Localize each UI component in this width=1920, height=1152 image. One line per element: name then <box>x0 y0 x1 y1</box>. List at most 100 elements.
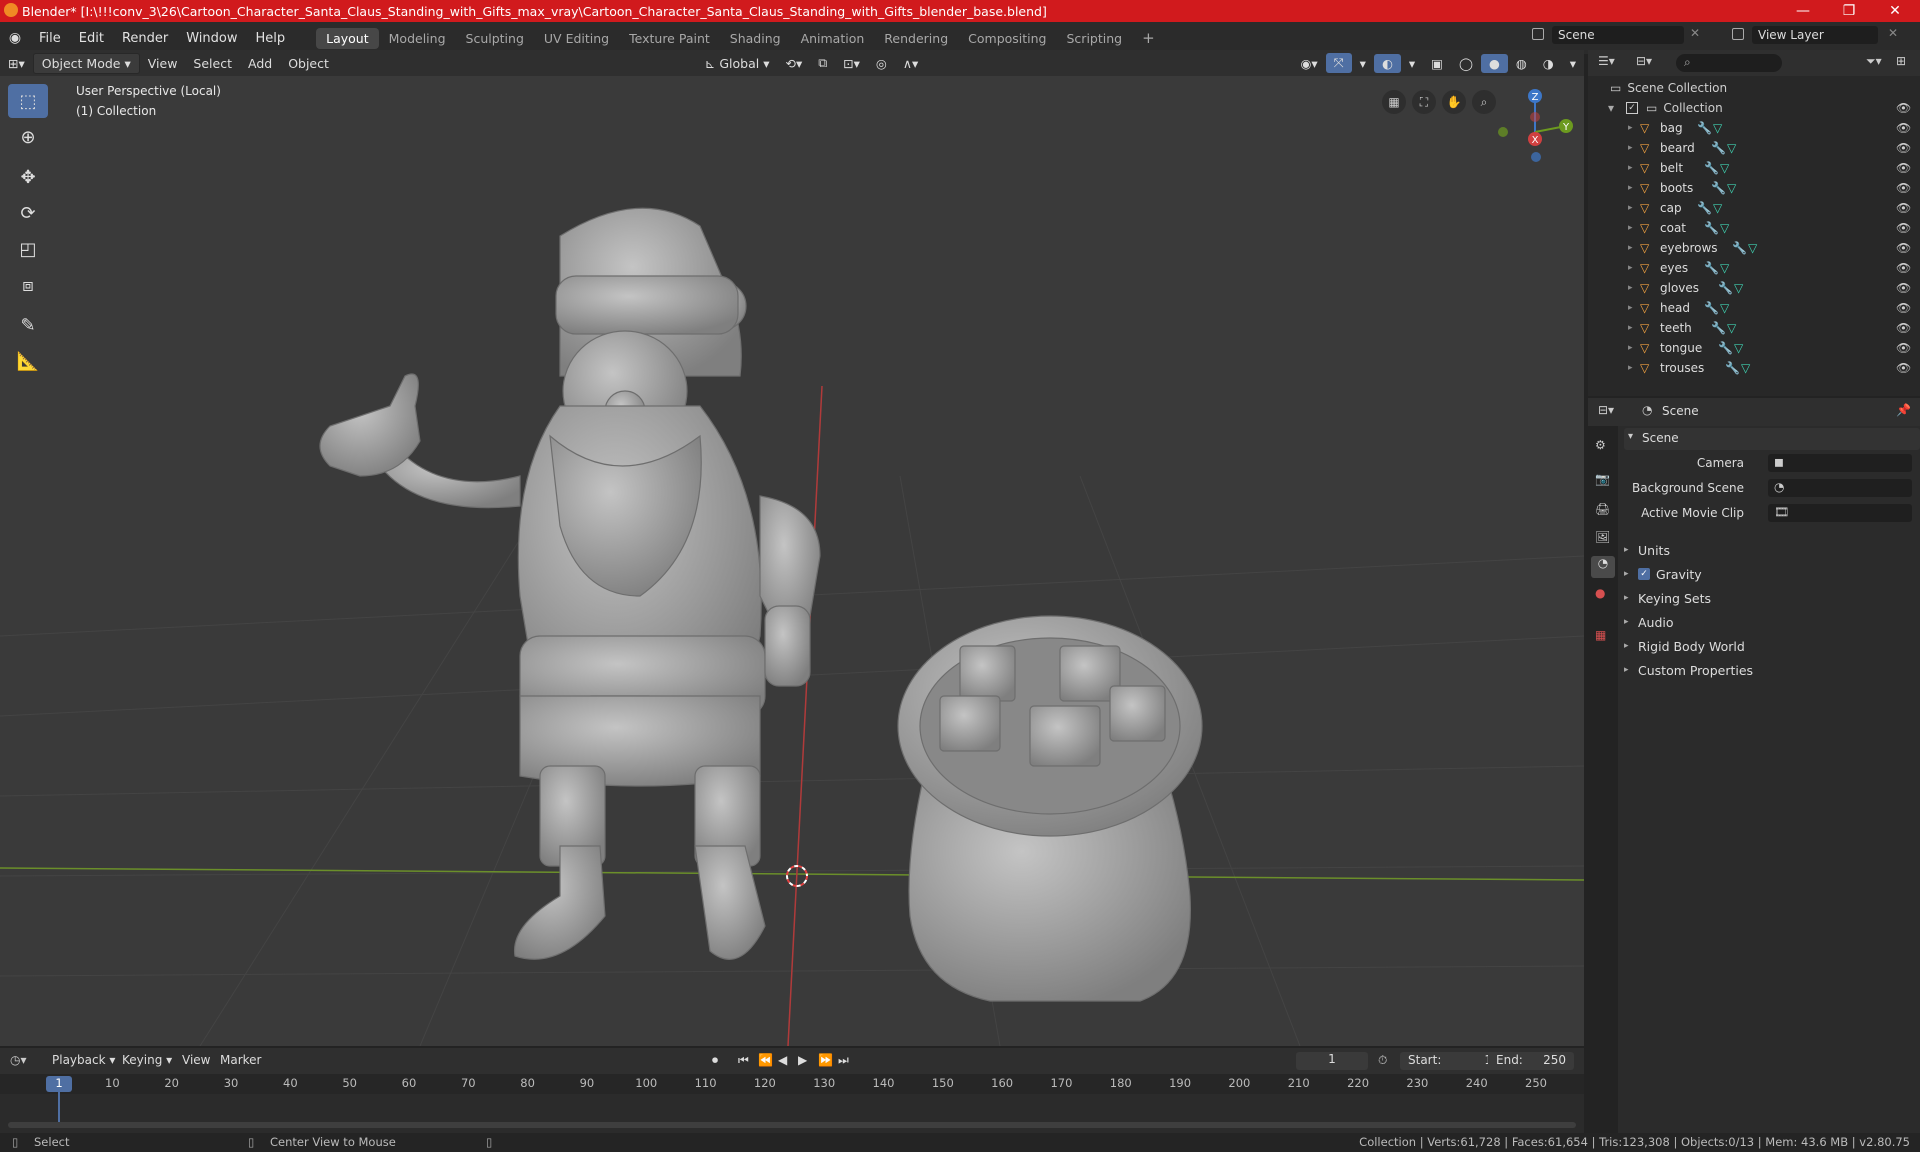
texture-tab-icon[interactable]: ▦ <box>1595 628 1606 642</box>
expand-arrow-icon[interactable]: ▸ <box>1628 243 1640 253</box>
jump-start-icon[interactable]: ⏮ <box>738 1053 749 1068</box>
tab-compositing[interactable]: Compositing <box>958 28 1056 49</box>
outliner-row-gloves[interactable]: ▸ ▽ gloves 🔧 ▽ 👁 <box>1588 278 1920 298</box>
rotate-tool-icon[interactable]: ⟳ <box>8 196 48 230</box>
menu-object[interactable]: Object <box>280 54 337 73</box>
expand-arrow-icon[interactable]: ▸ <box>1628 203 1640 213</box>
properties-editor-type-icon[interactable]: ⊟▾ <box>1598 403 1614 417</box>
outliner-row-trouses[interactable]: ▸ ▽ trouses 🔧 ▽ 👁 <box>1588 358 1920 378</box>
current-frame-field[interactable]: 1 <box>1296 1052 1368 1070</box>
toggle-camera-view-icon[interactable]: ▦ <box>1382 90 1406 114</box>
editor-type-icon[interactable]: ⊞▾ <box>0 54 33 73</box>
menu-select[interactable]: Select <box>185 54 240 73</box>
shading-dropdown-icon[interactable]: ▾ <box>1562 54 1584 73</box>
record-keyframe-icon[interactable]: ⏺ <box>712 1053 718 1068</box>
visibility-eye-icon[interactable]: 👁 <box>1896 221 1911 235</box>
outliner-row-cap[interactable]: ▸ ▽ cap 🔧 ▽ 👁 <box>1588 198 1920 218</box>
world-tab-icon[interactable]: ● <box>1595 586 1605 600</box>
visibility-eye-icon[interactable]: 👁 <box>1896 361 1911 375</box>
outliner-editor-type-icon[interactable]: ☰▾ <box>1598 54 1615 68</box>
visibility-eye-icon[interactable]: 👁 <box>1896 201 1911 215</box>
modifier-wrench-icon[interactable]: 🔧 <box>1711 181 1727 195</box>
modifier-wrench-icon[interactable]: 🔧 <box>1725 361 1741 375</box>
outliner-row-bag[interactable]: ▸ ▽ bag 🔧 ▽ 👁 <box>1588 118 1920 138</box>
expand-arrow-icon[interactable]: ▸ <box>1628 183 1640 193</box>
mesh-data-icon[interactable]: ▽ <box>1720 261 1729 275</box>
mesh-data-icon[interactable]: ▽ <box>1727 141 1736 155</box>
3d-viewport[interactable]: User Perspective (Local) (1) Collection … <box>0 76 1584 1046</box>
outliner-row-coat[interactable]: ▸ ▽ coat 🔧 ▽ 👁 <box>1588 218 1920 238</box>
render-tab-icon[interactable]: 📷 <box>1595 472 1610 486</box>
overlay-toggle-icon[interactable]: ◐ <box>1373 53 1401 73</box>
gravity-checkbox[interactable]: ✓ <box>1638 568 1650 580</box>
timeline-scrollbar[interactable] <box>8 1122 1576 1128</box>
mesh-data-icon[interactable]: ▽ <box>1713 201 1722 215</box>
marker-menu[interactable]: Marker <box>220 1053 261 1067</box>
active-movie-clip-field[interactable]: 🎞 <box>1768 504 1912 522</box>
playback-menu[interactable]: Playback ▾ <box>52 1053 115 1067</box>
expand-arrow-icon[interactable]: ▸ <box>1628 263 1640 273</box>
expand-arrow-icon[interactable]: ▸ <box>1628 363 1640 373</box>
falloff-icon[interactable]: ∧▾ <box>895 54 926 73</box>
visibility-eye-icon[interactable]: 👁 <box>1896 121 1911 135</box>
tab-rendering[interactable]: Rendering <box>874 28 958 49</box>
expand-arrow-icon[interactable]: ▸ <box>1628 143 1640 153</box>
outliner-row-belt[interactable]: ▸ ▽ belt 🔧 ▽ 👁 <box>1588 158 1920 178</box>
view-layer-tab-icon[interactable]: 🖼 <box>1595 530 1610 544</box>
snap-target-icon[interactable]: ⊡▾ <box>835 54 868 73</box>
modifier-wrench-icon[interactable]: 🔧 <box>1697 121 1713 135</box>
scene-close-icon[interactable]: ✕ <box>1690 26 1700 40</box>
pin-icon[interactable]: 📌 <box>1896 403 1911 417</box>
outliner-row-eyes[interactable]: ▸ ▽ eyes 🔧 ▽ 👁 <box>1588 258 1920 278</box>
visibility-eye-icon[interactable]: 👁 <box>1896 141 1911 155</box>
output-tab-icon[interactable]: 🖨 <box>1595 502 1610 516</box>
visibility-icon[interactable]: ◉▾ <box>1292 54 1325 73</box>
blender-menu-icon[interactable]: ◉ <box>0 30 30 46</box>
modifier-wrench-icon[interactable]: 🔧 <box>1711 141 1727 155</box>
tool-tab-icon[interactable]: ⚙ <box>1595 438 1606 452</box>
mesh-data-icon[interactable]: ▽ <box>1727 321 1736 335</box>
visibility-eye-icon[interactable]: 👁 <box>1896 301 1911 315</box>
gizmo-dropdown-icon[interactable]: ▾ <box>1352 54 1374 73</box>
mesh-data-icon[interactable]: ▽ <box>1720 161 1729 175</box>
expand-arrow-icon[interactable]: ▸ <box>1628 343 1640 353</box>
mesh-data-icon[interactable]: ▽ <box>1727 181 1736 195</box>
section-gravity[interactable]: ▸ ✓ Gravity <box>1624 562 1920 586</box>
keying-menu[interactable]: Keying ▾ <box>122 1053 172 1067</box>
visibility-eye-icon[interactable]: 👁 <box>1896 281 1911 295</box>
tab-texture-paint[interactable]: Texture Paint <box>619 28 720 49</box>
filter-icon[interactable]: ⏷▾ <box>1866 54 1882 69</box>
maximize-button[interactable]: ❐ <box>1826 0 1872 22</box>
proportional-edit-icon[interactable]: ◎ <box>868 54 895 73</box>
scene-selector[interactable]: Scene <box>1552 26 1684 44</box>
expand-arrow-icon[interactable]: ▸ <box>1628 283 1640 293</box>
visibility-eye-icon[interactable]: 👁 <box>1896 241 1911 255</box>
outliner-row-collection[interactable]: ▾ ✓ ▭ Collection 👁 <box>1588 98 1920 118</box>
navigation-gizmo[interactable]: Z Y X <box>1490 82 1574 166</box>
expand-arrow-icon[interactable]: ▸ <box>1628 303 1640 313</box>
menu-edit[interactable]: Edit <box>70 31 113 46</box>
visibility-eye-icon[interactable]: 👁 <box>1896 321 1911 335</box>
jump-end-icon[interactable]: ⏭ <box>838 1053 849 1068</box>
measure-tool-icon[interactable]: 📐 <box>8 344 48 378</box>
menu-view[interactable]: View <box>140 54 186 73</box>
outliner-row-scene-collection[interactable]: ▭ Scene Collection <box>1588 78 1920 98</box>
move-tool-icon[interactable]: ✥ <box>8 160 48 194</box>
tab-modeling[interactable]: Modeling <box>379 28 456 49</box>
menu-add[interactable]: Add <box>240 54 280 73</box>
menu-help[interactable]: Help <box>247 31 295 46</box>
xray-icon[interactable]: ▣ <box>1423 54 1451 73</box>
modifier-wrench-icon[interactable]: 🔧 <box>1718 281 1734 295</box>
camera-field[interactable]: ◼ <box>1768 454 1912 472</box>
shading-rendered-icon[interactable]: ◑ <box>1535 54 1562 73</box>
transform-orientation-dropdown[interactable]: ⊾ Global ▾ <box>697 54 778 73</box>
mesh-data-icon[interactable]: ▽ <box>1713 121 1722 135</box>
modifier-wrench-icon[interactable]: 🔧 <box>1704 221 1720 235</box>
play-icon[interactable]: ▶ <box>798 1053 807 1067</box>
timeline-editor-type-icon[interactable]: ◷▾ <box>10 1053 27 1067</box>
expand-arrow-icon[interactable]: ▸ <box>1628 163 1640 173</box>
mesh-data-icon[interactable]: ▽ <box>1734 281 1743 295</box>
view-layer-close-icon[interactable]: ✕ <box>1888 26 1898 40</box>
outliner-row-beard[interactable]: ▸ ▽ beard 🔧 ▽ 👁 <box>1588 138 1920 158</box>
mesh-data-icon[interactable]: ▽ <box>1734 341 1743 355</box>
